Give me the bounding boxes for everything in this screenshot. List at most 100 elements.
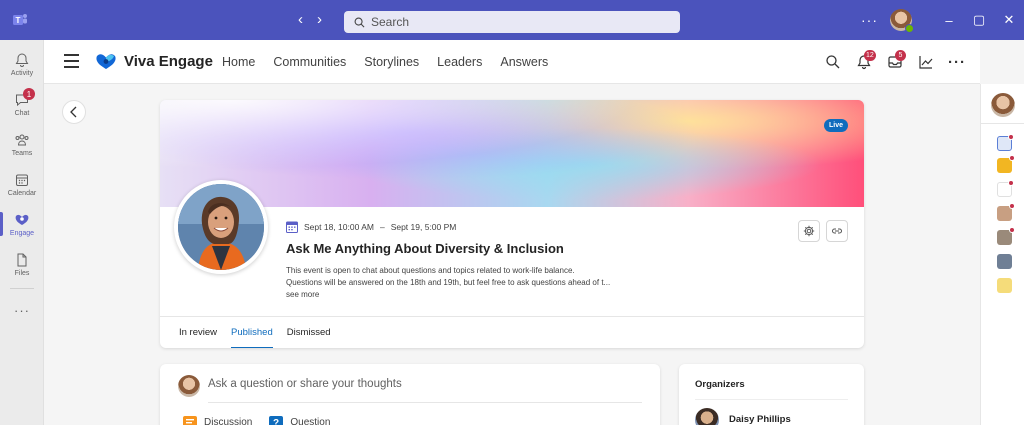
divider <box>208 402 642 403</box>
file-icon <box>17 253 27 266</box>
host-portrait-image <box>178 184 264 270</box>
rail-label: Files <box>14 269 30 277</box>
option-label: Discussion <box>204 416 253 425</box>
event-card: Live Sept 18, 10:00 AM – Sept 19, 5:00 P… <box>160 100 864 348</box>
app-rail: Activity 1 Chat Teams Calendar Engage Fi… <box>0 40 44 425</box>
description-line: This event is open to chat about questio… <box>286 266 575 275</box>
organizer-name[interactable]: Daisy Phillips <box>729 414 791 425</box>
event-description: This event is open to chat about questio… <box>286 265 646 301</box>
svg-text:T: T <box>16 16 21 25</box>
titlebar-controls: ··· – ▢ ✕ <box>861 0 1024 40</box>
search-input[interactable] <box>371 15 651 29</box>
copy-link-button[interactable] <box>826 220 848 242</box>
nav-storylines[interactable]: Storylines <box>364 55 419 69</box>
close-window-button[interactable]: ✕ <box>994 12 1024 28</box>
back-button[interactable] <box>62 100 86 124</box>
analytics-app-icon[interactable] <box>997 155 1015 173</box>
event-title: Ask Me Anything About Diversity & Inclus… <box>286 241 564 256</box>
group-app-icon[interactable] <box>997 254 1012 269</box>
notifications-button[interactable]: 12 <box>853 50 876 73</box>
rail-item-engage[interactable]: Engage <box>0 204 44 244</box>
bell-icon <box>15 52 29 67</box>
avatar[interactable] <box>695 408 719 425</box>
rail-label: Engage <box>9 229 35 237</box>
copilot-app-icon[interactable] <box>997 134 1014 151</box>
calendar-icon <box>16 174 28 186</box>
discussion-option[interactable]: Discussion <box>182 415 252 425</box>
question-tabs: In review Published Dismissed <box>160 316 864 348</box>
nav-home[interactable]: Home <box>222 55 255 69</box>
history-nav: ‹ › <box>298 11 322 28</box>
more-options-icon[interactable]: ··· <box>861 12 878 28</box>
organizers-card: Organizers Daisy Phillips <box>679 364 864 425</box>
maximize-button[interactable]: ▢ <box>964 12 994 28</box>
title-bar: T ‹ › ··· – ▢ ✕ <box>0 0 1024 40</box>
rail-item-chat[interactable]: 1 Chat <box>0 84 44 124</box>
avatar <box>178 375 200 397</box>
date-separator: – <box>379 222 385 232</box>
presence-available-icon <box>905 24 914 33</box>
discussion-icon <box>183 416 197 425</box>
post-type-options: Discussion ? Question <box>182 415 330 425</box>
description-line: Questions will be answered on the 18th a… <box>286 278 611 287</box>
person-app-icon[interactable] <box>997 227 1015 245</box>
rail-label: Chat <box>14 109 30 117</box>
inbox-button[interactable]: 5 <box>884 50 906 73</box>
settings-button[interactable] <box>798 220 820 242</box>
gear-icon <box>803 225 815 237</box>
rail-item-calendar[interactable]: Calendar <box>0 164 44 204</box>
divider <box>695 399 848 400</box>
notifications-badge: 12 <box>864 50 876 61</box>
event-end-time: Sept 19, 5:00 PM <box>390 222 457 232</box>
search-icon <box>354 17 365 27</box>
user-avatar[interactable] <box>890 9 914 33</box>
analytics-trend-icon <box>919 56 933 69</box>
svg-text:?: ? <box>273 418 279 425</box>
see-more-link[interactable]: see more <box>286 289 646 301</box>
engage-nav: Home Communities Storylines Leaders Answ… <box>222 55 548 69</box>
global-search[interactable] <box>344 11 680 33</box>
option-label: Question <box>290 416 331 425</box>
organizers-title: Organizers <box>695 379 745 390</box>
inbox-badge: 5 <box>895 50 906 61</box>
tab-in-review[interactable]: In review <box>179 317 217 348</box>
nav-communities[interactable]: Communities <box>273 55 346 69</box>
chevron-left-icon <box>70 106 77 118</box>
link-icon <box>832 228 842 234</box>
teams-icon <box>15 134 29 145</box>
analytics-button[interactable] <box>915 51 937 73</box>
engage-header: Viva Engage Home Communities Storylines … <box>44 40 980 84</box>
compose-card: Discussion ? Question <box>160 364 660 425</box>
sticky-app-icon[interactable] <box>997 278 1012 293</box>
person-app-icon[interactable] <box>997 203 1015 221</box>
hamburger-menu-icon[interactable] <box>64 54 79 68</box>
tab-published[interactable]: Published <box>231 317 273 348</box>
event-date-range: Sept 18, 10:00 AM – Sept 19, 5:00 PM <box>286 221 456 233</box>
forward-arrow-icon[interactable]: › <box>317 11 322 28</box>
rail-label: Activity <box>10 69 34 77</box>
more-options-icon[interactable]: ··· <box>948 54 966 71</box>
tab-dismissed[interactable]: Dismissed <box>287 317 331 348</box>
rail-item-teams[interactable]: Teams <box>0 124 44 164</box>
teams-logo-icon: T <box>13 14 27 25</box>
praise-app-icon[interactable] <box>997 180 1014 197</box>
rail-label: Teams <box>11 149 33 157</box>
engage-icon <box>15 214 29 225</box>
compose-input[interactable] <box>208 378 638 390</box>
question-icon: ? <box>269 416 284 425</box>
nav-leaders[interactable]: Leaders <box>437 55 482 69</box>
back-arrow-icon[interactable]: ‹ <box>298 11 303 28</box>
live-badge: Live <box>823 119 848 132</box>
question-option[interactable]: ? Question <box>268 415 330 425</box>
rail-item-activity[interactable]: Activity <box>0 44 44 84</box>
event-start-time: Sept 18, 10:00 AM <box>304 222 374 232</box>
chat-badge: 1 <box>23 88 35 100</box>
minimize-button[interactable]: – <box>934 13 964 28</box>
nav-answers[interactable]: Answers <box>500 55 548 69</box>
side-rail-header <box>980 84 1024 124</box>
search-icon <box>826 55 840 69</box>
search-button[interactable] <box>822 51 844 73</box>
rail-more-apps[interactable]: ··· <box>0 290 44 330</box>
rail-item-files[interactable]: Files <box>0 244 44 284</box>
event-host-photo <box>174 180 268 274</box>
